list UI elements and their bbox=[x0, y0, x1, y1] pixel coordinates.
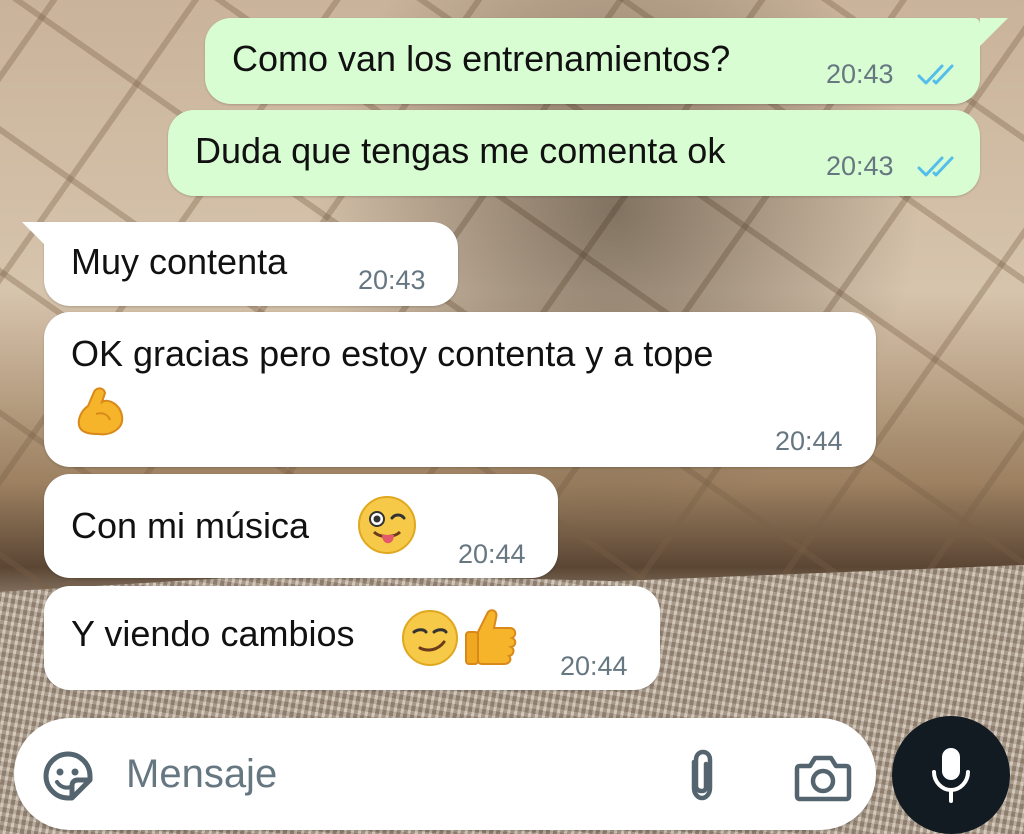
bubble-tail bbox=[980, 18, 1008, 46]
message-bubble-incoming[interactable]: Y viendo cambios 20:44 bbox=[44, 586, 660, 690]
message-bubble-incoming[interactable]: Muy contenta 20:43 bbox=[22, 222, 458, 306]
message-bubble-incoming[interactable]: Con mi música 20:44 bbox=[44, 474, 558, 578]
smirking-face-icon bbox=[402, 610, 458, 666]
voice-record-button[interactable] bbox=[892, 716, 1010, 834]
message-text: OK gracias pero estoy contenta y a tope bbox=[71, 333, 714, 374]
camera-icon[interactable] bbox=[794, 752, 852, 802]
message-bubble-outgoing[interactable]: Duda que tengas me comenta ok 20:43 bbox=[168, 110, 980, 196]
message-time: 20:44 bbox=[775, 426, 843, 456]
message-text: Y viendo cambios bbox=[71, 613, 355, 654]
read-double-check-icon bbox=[917, 156, 954, 177]
flexed-biceps-icon bbox=[77, 387, 124, 436]
message-bubble-outgoing[interactable]: Como van los entrenamientos? 20:43 bbox=[205, 18, 1008, 104]
message-time: 20:43 bbox=[358, 265, 426, 295]
message-input-placeholder[interactable]: Mensaje bbox=[126, 752, 277, 797]
message-text: Con mi música bbox=[71, 505, 310, 546]
message-time: 20:44 bbox=[458, 539, 526, 569]
read-double-check-icon bbox=[917, 64, 954, 85]
bubble-tail bbox=[22, 222, 50, 250]
message-time: 20:43 bbox=[826, 151, 894, 181]
message-time: 20:43 bbox=[826, 59, 894, 89]
message-text: Duda que tengas me comenta ok bbox=[195, 130, 726, 171]
message-text: Como van los entrenamientos? bbox=[232, 38, 731, 79]
message-text: Muy contenta bbox=[71, 241, 288, 282]
winking-face-with-tongue-icon bbox=[358, 496, 416, 554]
thumbs-up-icon bbox=[465, 609, 517, 665]
microphone-icon bbox=[932, 748, 970, 803]
attach-paperclip-icon[interactable] bbox=[682, 748, 722, 804]
message-time: 20:44 bbox=[560, 651, 628, 681]
sticker-icon[interactable] bbox=[40, 748, 96, 804]
message-bubble-incoming[interactable]: OK gracias pero estoy contenta y a tope … bbox=[44, 312, 876, 467]
